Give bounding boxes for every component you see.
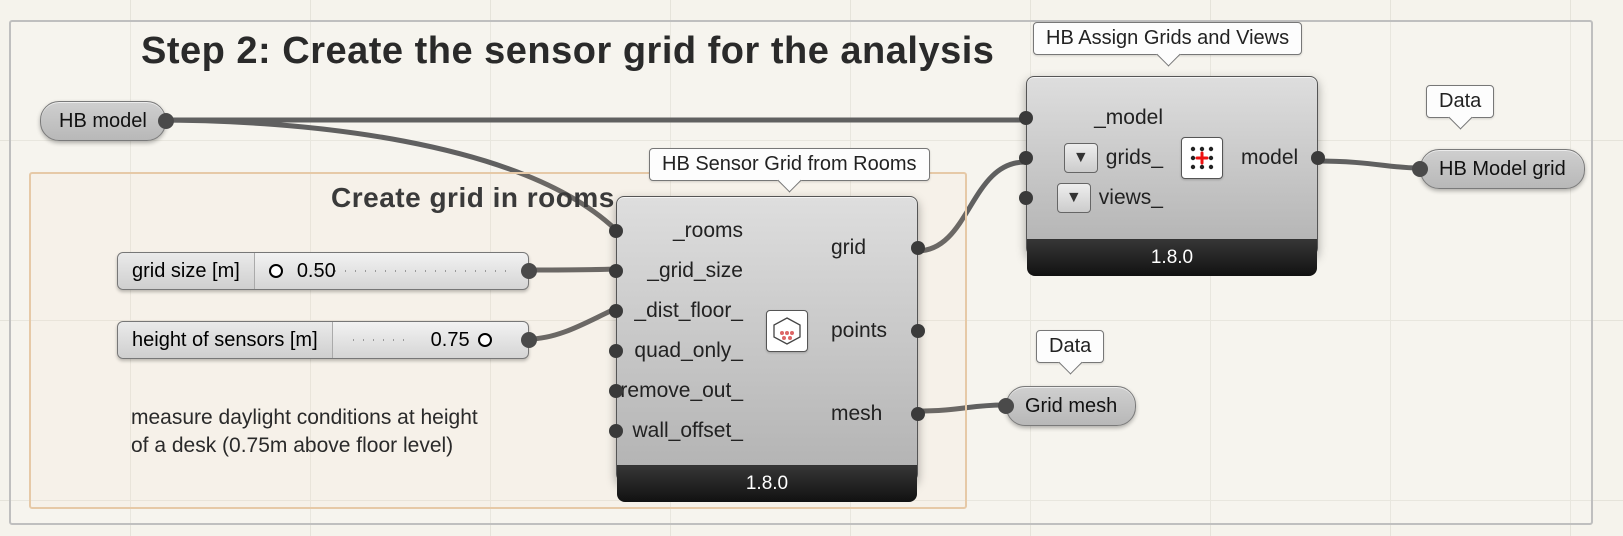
sensor-grid-icon	[766, 310, 808, 352]
output-nip[interactable]	[158, 113, 174, 129]
input-nip[interactable]	[1412, 161, 1428, 177]
param-grid-size-track[interactable]: 0.50	[255, 253, 528, 289]
input-port[interactable]	[1019, 151, 1033, 165]
output-hb-model-grid-label: HB Model grid	[1439, 158, 1566, 181]
input-port[interactable]	[609, 224, 623, 238]
output-port[interactable]	[911, 324, 925, 338]
slider-knob[interactable]	[269, 264, 283, 278]
component-version: 1.8.0	[617, 465, 917, 502]
desk-note: measure daylight conditions at height of…	[131, 404, 478, 461]
slider-knob[interactable]	[478, 333, 492, 347]
output-nip[interactable]	[521, 332, 537, 348]
input-port[interactable]	[609, 424, 623, 438]
input-port[interactable]	[609, 264, 623, 278]
param-grid-size[interactable]: grid size [m] 0.50	[117, 252, 529, 290]
output-port[interactable]	[911, 407, 925, 421]
inner-group-title: Create grid in rooms	[331, 182, 615, 214]
output-grid-mesh[interactable]: Grid mesh	[1006, 386, 1136, 426]
input-hb-model[interactable]: HB model	[40, 101, 166, 141]
input-hb-model-label: HB model	[59, 110, 147, 133]
component-sensor-grid[interactable]: _rooms _grid_size _dist_floor_ quad_only…	[616, 196, 918, 482]
param-sensor-height-track[interactable]: 0.75	[333, 322, 528, 358]
output-nip[interactable]	[521, 263, 537, 279]
assign-grids-title-bubble: HB Assign Grids and Views	[1033, 22, 1302, 55]
component-assign-grids[interactable]: _model ▼ grids_ ▼ views_	[1026, 76, 1318, 256]
output-grid-mesh-label: Grid mesh	[1025, 395, 1117, 418]
input-port[interactable]	[609, 384, 623, 398]
input-port[interactable]	[609, 304, 623, 318]
sensor-grid-title-bubble: HB Sensor Grid from Rooms	[649, 148, 930, 181]
param-sensor-height-value: 0.75	[431, 329, 470, 352]
param-sensor-height-label: height of sensors [m]	[118, 322, 333, 358]
output-hb-model-grid[interactable]: HB Model grid	[1420, 149, 1585, 189]
input-port[interactable]	[1019, 111, 1033, 125]
down-arrow-button[interactable]: ▼	[1057, 183, 1091, 213]
param-grid-size-label: grid size [m]	[118, 253, 255, 289]
step-title: Step 2: Create the sensor grid for the a…	[141, 30, 994, 73]
output-port[interactable]	[1311, 151, 1325, 165]
model-out-bubble: Data	[1426, 85, 1494, 118]
param-sensor-height[interactable]: height of sensors [m] 0.75	[117, 321, 529, 359]
grid-mesh-bubble: Data	[1036, 330, 1104, 363]
component-version: 1.8.0	[1027, 239, 1317, 276]
input-port[interactable]	[609, 344, 623, 358]
assign-grids-icon	[1181, 137, 1223, 179]
input-nip[interactable]	[998, 398, 1014, 414]
down-arrow-button[interactable]: ▼	[1064, 143, 1098, 173]
input-port[interactable]	[1019, 191, 1033, 205]
